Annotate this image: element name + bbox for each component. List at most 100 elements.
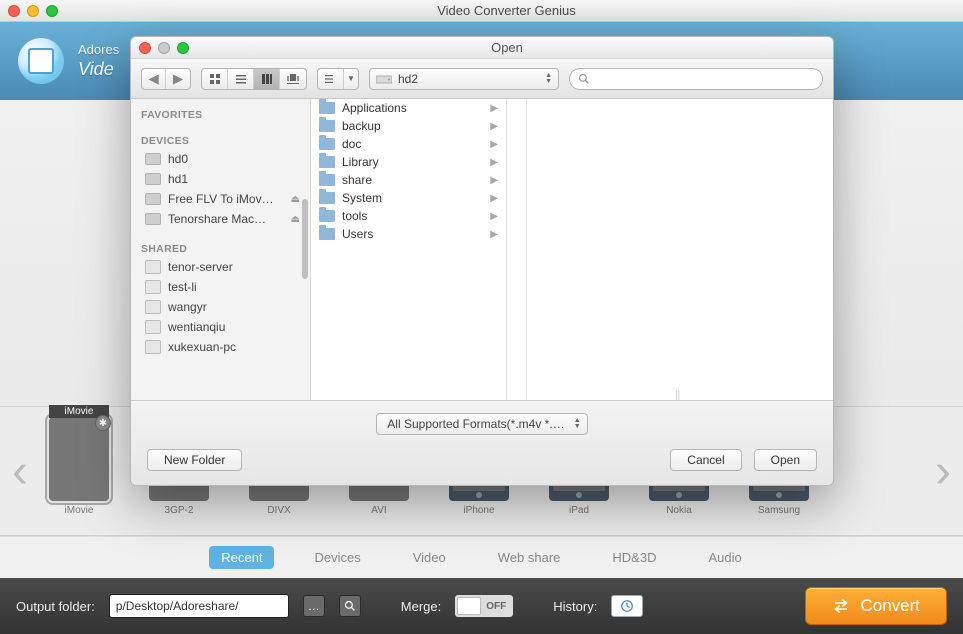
folder-item[interactable]: share▶ — [311, 171, 506, 189]
file-column-2[interactable] — [507, 99, 527, 400]
nav-forward-button[interactable]: ▶ — [166, 69, 190, 89]
folder-icon — [319, 138, 335, 150]
folder-icon — [319, 120, 335, 132]
dialog-title: Open — [189, 40, 825, 55]
arrange-button[interactable] — [318, 69, 344, 89]
folder-item[interactable]: Library▶ — [311, 153, 506, 171]
open-button[interactable]: Open — [754, 449, 817, 471]
thumb-label: 3GP-2 — [165, 505, 194, 516]
search-icon — [578, 73, 590, 85]
brand-text-2: Vide — [78, 59, 119, 80]
thumb-label: Nokia — [666, 505, 692, 516]
history-button[interactable] — [611, 595, 643, 617]
sidebar-shared-item[interactable]: wentianqiu — [131, 317, 310, 337]
computer-icon — [145, 260, 161, 274]
merge-toggle[interactable]: OFF — [455, 595, 513, 617]
sidebar-device-item[interactable]: hd1 — [131, 169, 310, 189]
dialog-titlebar: Open — [131, 37, 833, 59]
folder-item[interactable]: tools▶ — [311, 207, 506, 225]
history-label: History: — [553, 599, 597, 614]
view-columns-button[interactable] — [254, 69, 280, 89]
sidebar-item-label: hd0 — [168, 152, 188, 166]
tab-audio[interactable]: Audio — [696, 546, 753, 569]
folder-icon — [319, 174, 335, 186]
close-icon[interactable] — [8, 5, 20, 17]
output-folder-input[interactable] — [109, 594, 289, 618]
window-title: Video Converter Genius — [58, 3, 955, 18]
dialog-close-icon[interactable] — [139, 42, 151, 54]
dialog-footer: All Supported Formats(*.m4v *.… ▲▼ New F… — [131, 401, 833, 485]
search-field[interactable] — [569, 68, 823, 90]
folder-label: tools — [342, 209, 367, 223]
new-folder-button[interactable]: New Folder — [147, 449, 242, 471]
path-label: hd2 — [398, 72, 418, 86]
nav-back-button[interactable]: ◀ — [142, 69, 166, 89]
folder-label: share — [342, 173, 372, 187]
open-dialog: Open ◀ ▶ ▼ hd2 ▲▼ — [130, 36, 834, 486]
computer-icon — [145, 340, 161, 354]
folder-item[interactable]: Applications▶ — [311, 99, 506, 117]
file-column-3[interactable]: || — [527, 99, 833, 400]
search-output-button[interactable] — [339, 595, 361, 617]
sidebar-device-item[interactable]: Tenorshare Mac… ⏏ — [131, 209, 310, 229]
sidebar-item-label: wentianqiu — [168, 320, 225, 334]
column-resize-handle[interactable]: || — [675, 390, 685, 398]
browse-output-button[interactable]: … — [303, 595, 325, 617]
folder-label: doc — [342, 137, 361, 151]
app-logo-icon — [18, 38, 64, 84]
chevron-updown-icon: ▲▼ — [574, 418, 581, 430]
view-mode-segment — [201, 68, 307, 90]
sidebar[interactable]: FAVORITES DEVICES hd0hd1Free FLV To iMov… — [131, 99, 311, 400]
folder-icon — [319, 156, 335, 168]
tab-hd-3d[interactable]: HD&3D — [600, 546, 668, 569]
convert-button[interactable]: Convert — [805, 587, 947, 625]
sidebar-scrollbar[interactable] — [302, 199, 308, 279]
thumbs-next-button[interactable]: › — [923, 407, 963, 535]
eject-icon[interactable]: ⏏ — [291, 194, 300, 205]
sidebar-shared-item[interactable]: test-li — [131, 277, 310, 297]
format-thumb-imovie[interactable]: ✱iMovie — [44, 417, 114, 516]
sidebar-shared-item[interactable]: wangyr — [131, 297, 310, 317]
tab-video[interactable]: Video — [401, 546, 458, 569]
main-titlebar: Video Converter Genius — [0, 0, 963, 22]
folder-icon — [319, 192, 335, 204]
chevron-right-icon: ▶ — [490, 229, 498, 240]
folder-icon — [319, 228, 335, 240]
dialog-zoom-icon[interactable] — [177, 42, 189, 54]
zoom-icon[interactable] — [46, 5, 58, 17]
sidebar-device-item[interactable]: hd0 — [131, 149, 310, 169]
arrange-menu-button[interactable]: ▼ — [344, 69, 358, 89]
sidebar-shared-item[interactable]: xukexuan-pc — [131, 337, 310, 357]
sidebar-shared-head: SHARED — [131, 239, 310, 257]
eject-icon[interactable]: ⏏ — [291, 214, 300, 225]
dialog-body: FAVORITES DEVICES hd0hd1Free FLV To iMov… — [131, 99, 833, 401]
folder-item[interactable]: Users ▶ — [311, 225, 506, 243]
arrange-segment: ▼ — [317, 68, 359, 90]
minimize-icon[interactable] — [27, 5, 39, 17]
folder-label: Users — [342, 227, 373, 241]
tab-recent[interactable]: Recent — [209, 546, 274, 569]
folder-icon — [319, 210, 335, 222]
sidebar-device-item[interactable]: Free FLV To iMov…⏏ — [131, 189, 310, 209]
folder-item[interactable]: doc▶ — [311, 135, 506, 153]
gear-icon[interactable]: ✱ — [95, 415, 111, 431]
sidebar-item-label: Tenorshare Mac… — [168, 212, 266, 226]
folder-item[interactable]: backup▶ — [311, 117, 506, 135]
view-coverflow-button[interactable] — [280, 69, 306, 89]
tab-web-share[interactable]: Web share — [486, 546, 573, 569]
tab-devices[interactable]: Devices — [302, 546, 372, 569]
view-icons-button[interactable] — [202, 69, 228, 89]
chevron-right-icon: ▶ — [490, 193, 498, 204]
path-popup[interactable]: hd2 ▲▼ — [369, 68, 559, 90]
sidebar-item-label: wangyr — [168, 300, 207, 314]
view-list-button[interactable] — [228, 69, 254, 89]
drive-icon — [145, 193, 161, 205]
sidebar-shared-item[interactable]: tenor-server — [131, 257, 310, 277]
merge-label: Merge: — [401, 599, 441, 614]
folder-item[interactable]: System▶ — [311, 189, 506, 207]
file-format-filter[interactable]: All Supported Formats(*.m4v *.… ▲▼ — [376, 413, 587, 435]
cancel-button[interactable]: Cancel — [670, 449, 741, 471]
search-input[interactable] — [596, 72, 814, 86]
file-column-1[interactable]: Applications▶backup▶doc▶Library▶share▶Sy… — [311, 99, 507, 400]
sidebar-item-label: xukexuan-pc — [168, 340, 236, 354]
